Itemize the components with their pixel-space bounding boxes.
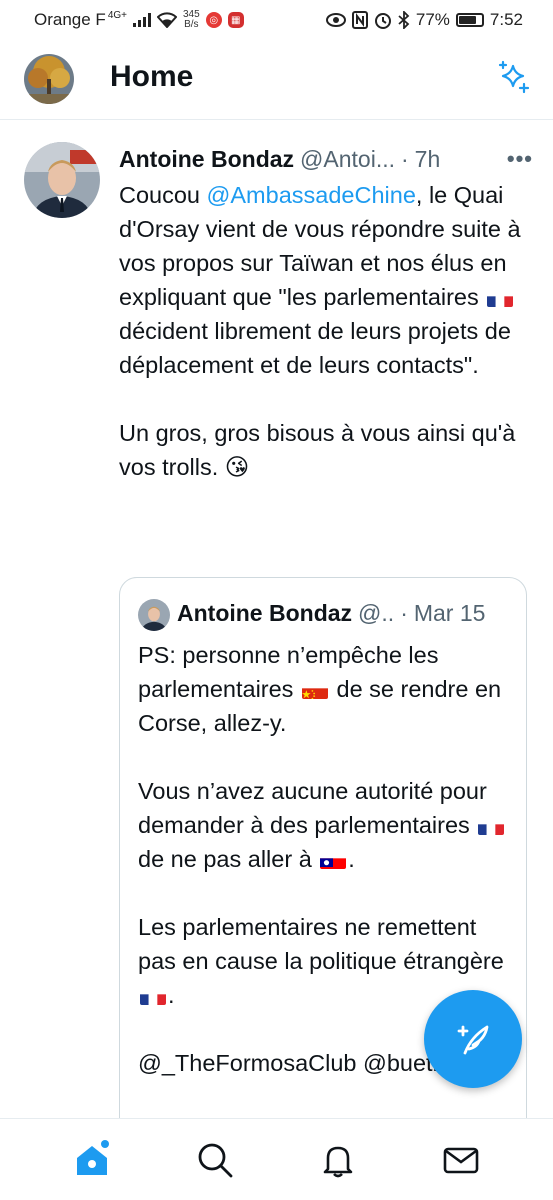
- signal-icon: [133, 13, 151, 27]
- tweet[interactable]: Antoine Bondaz @Antoi... · 7h ••• Coucou…: [0, 122, 553, 1118]
- mail-icon: [444, 1147, 479, 1173]
- nfc-icon: [351, 11, 368, 29]
- quoted-mentions: @_TheFormosaClub @bueti: [138, 1050, 438, 1076]
- bluetooth-icon: [398, 11, 410, 29]
- author-handle[interactable]: @Antoi...: [300, 146, 395, 173]
- separator-dot: ·: [400, 600, 408, 626]
- wifi-icon: [157, 12, 177, 28]
- flag-china-icon: [301, 681, 328, 699]
- nav-messages[interactable]: [431, 1130, 491, 1190]
- bell-icon: [323, 1146, 353, 1177]
- notification-app-icon-2: ▦: [227, 12, 244, 28]
- search-icon: [198, 1143, 233, 1177]
- battery-icon: [455, 13, 484, 27]
- home-icon: [76, 1139, 109, 1175]
- quoted-tweet-header: Antoine Bondaz @.. · Mar 15: [177, 600, 485, 627]
- flag-taiwan-icon: [320, 851, 347, 869]
- tweet-text: Coucou @AmbassadeChine, le Quai d'Orsay …: [119, 182, 521, 480]
- network-speed: 345 B/s: [183, 9, 200, 30]
- bottom-navigation: [0, 1118, 553, 1200]
- status-bar: Orange F 4G+ 345 B/s ◎ ▦ 77% 7:52: [0, 0, 553, 40]
- eye-icon: [325, 13, 346, 27]
- tweet-header: Antoine Bondaz @Antoi... · 7h: [119, 146, 533, 173]
- flag-france-icon: [478, 817, 505, 835]
- quoted-author-avatar: [138, 599, 170, 631]
- flag-france-icon: [487, 289, 514, 307]
- profile-avatar-button[interactable]: [24, 54, 74, 104]
- battery-percent: 77%: [415, 10, 450, 29]
- author-avatar[interactable]: [24, 142, 100, 218]
- author-name[interactable]: Antoine Bondaz: [119, 146, 294, 173]
- nav-notifications[interactable]: [308, 1130, 368, 1190]
- nav-search[interactable]: [185, 1130, 245, 1190]
- quoted-author-handle: @..: [358, 600, 395, 626]
- sparkle-icon[interactable]: [497, 60, 531, 94]
- separator-dot: ·: [401, 146, 409, 172]
- compose-tweet-button[interactable]: [424, 990, 522, 1088]
- notification-app-icon: ◎: [205, 12, 222, 28]
- quoted-author-name: Antoine Bondaz: [177, 600, 353, 626]
- carrier-label: Orange F: [34, 10, 106, 29]
- mention-link[interactable]: @AmbassadeChine: [207, 182, 416, 208]
- quoted-timestamp: Mar 15: [413, 600, 486, 626]
- kiss-emoji: 😘: [224, 454, 250, 480]
- more-options-icon[interactable]: •••: [507, 146, 533, 172]
- clock: 7:52: [489, 10, 523, 29]
- tweet-timestamp[interactable]: 7h: [415, 146, 441, 173]
- page-title: Home: [110, 60, 194, 93]
- top-app-bar: Home: [0, 40, 553, 120]
- network-type: 4G+: [107, 9, 127, 21]
- flag-france-icon: [140, 987, 166, 1005]
- alarm-icon: [374, 13, 391, 29]
- compose-feather-icon: [457, 1025, 489, 1055]
- nav-home[interactable]: [62, 1130, 122, 1190]
